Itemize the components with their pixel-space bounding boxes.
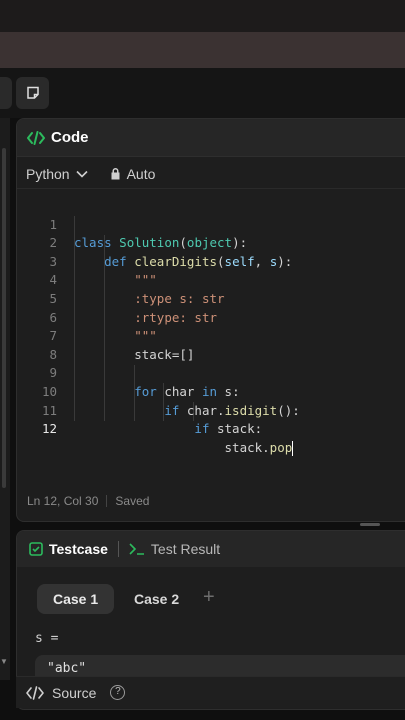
code-line: 3 """ xyxy=(49,253,157,288)
scrollbar-thumb[interactable] xyxy=(2,148,6,488)
language-bar: Python Auto xyxy=(17,159,405,189)
top-banner xyxy=(0,0,405,32)
case-1-tab[interactable]: Case 1 xyxy=(37,584,115,614)
code-icon xyxy=(27,130,45,145)
code-line: 1 class Solution(object): xyxy=(49,216,248,251)
code-line: 2 def clearDigits(self, s): xyxy=(49,235,293,269)
code-line: 8 xyxy=(49,346,57,362)
code-line: 11 if stack: xyxy=(41,402,263,437)
code-panel: Code Python Auto 1 class Solution(object… xyxy=(16,118,405,522)
toolbar xyxy=(0,68,405,118)
source-button[interactable]: Source xyxy=(52,685,96,701)
cursor-position: Ln 12, Col 30 xyxy=(27,494,99,508)
code-line-current: 12 stack.pop xyxy=(41,421,294,456)
code-line: 5 :rtype: str xyxy=(49,290,218,325)
tab-testcase[interactable]: Testcase xyxy=(49,541,108,557)
testcase-panel-header: Testcase Test Result xyxy=(17,531,405,567)
note-icon xyxy=(26,86,39,99)
left-panel-edge xyxy=(0,118,10,680)
note-button[interactable] xyxy=(16,77,49,109)
panel-resize-handle[interactable] xyxy=(360,523,380,526)
case-2-tab[interactable]: Case 2 xyxy=(118,584,195,614)
mode-label[interactable]: Auto xyxy=(127,166,156,182)
code-line: 6 """ xyxy=(49,309,157,344)
save-status: Saved xyxy=(115,494,150,508)
code-line: 7 stack=[] xyxy=(49,328,195,362)
terminal-icon xyxy=(129,543,144,555)
collapse-arrow-icon[interactable]: ▼ xyxy=(0,657,8,666)
add-case-button[interactable]: + xyxy=(203,586,215,609)
help-icon[interactable]: ? xyxy=(110,685,126,700)
text-caret xyxy=(292,440,294,456)
editor-status-bar: Ln 12, Col 30 Saved xyxy=(27,494,149,508)
code-line: 10 if char.isdigit(): xyxy=(41,383,300,418)
tab-test-result[interactable]: Test Result xyxy=(151,541,220,557)
checkbox-icon xyxy=(29,542,43,556)
code-line: 4 :type s: str xyxy=(49,272,225,306)
toolbar-button-partial[interactable] xyxy=(0,77,12,109)
code-editor[interactable]: 1 class Solution(object): 2 def clearDig… xyxy=(17,197,405,457)
code-panel-header: Code xyxy=(17,119,405,157)
code-line: 9 for char in s: xyxy=(49,365,240,399)
top-banner-strip xyxy=(0,32,405,68)
variable-label: s = xyxy=(35,631,59,646)
bottom-bar: Source ? xyxy=(16,676,405,708)
code-panel-title: Code xyxy=(51,129,89,146)
chevron-down-icon[interactable] xyxy=(76,170,88,178)
bottom-edge xyxy=(0,710,405,720)
language-select[interactable]: Python xyxy=(26,166,70,182)
source-code-icon xyxy=(26,685,44,700)
lock-icon xyxy=(111,168,120,180)
